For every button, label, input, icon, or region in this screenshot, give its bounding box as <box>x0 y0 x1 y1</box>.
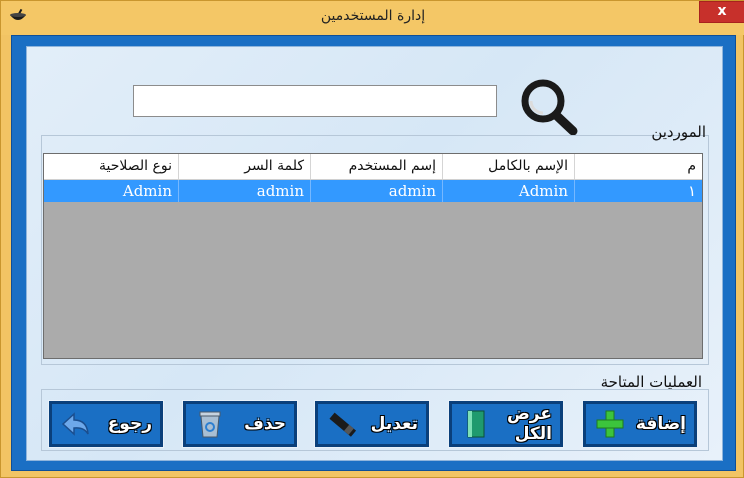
cell-role[interactable]: Admin <box>44 180 178 202</box>
back-arrow-icon <box>61 412 89 436</box>
title-bar[interactable]: إدارة المستخدمين x <box>1 1 744 35</box>
window-title: إدارة المستخدمين <box>320 8 426 24</box>
recycle-bin-icon <box>199 411 221 438</box>
table-row[interactable]: ١ Admin admin admin Admin <box>44 180 702 202</box>
back-button-label: رجوع <box>107 414 152 434</box>
header-num[interactable]: م <box>574 154 702 179</box>
back-button[interactable]: رجوع <box>48 400 164 448</box>
search-icon[interactable] <box>517 77 585 137</box>
edit-button-label: تعديل <box>370 414 418 434</box>
delete-button-label: حذف <box>244 414 286 434</box>
add-button-label: إضافة <box>635 414 686 434</box>
edit-button[interactable]: تعديل <box>314 400 430 448</box>
header-role[interactable]: نوع الصلاحية <box>44 154 178 179</box>
header-username[interactable]: إسم المستخدم <box>310 154 442 179</box>
pen-icon <box>329 412 357 437</box>
delete-button[interactable]: حذف <box>182 400 298 448</box>
users-grid[interactable]: م الإسم بالكامل إسم المستخدم كلمة السر ن… <box>43 153 703 359</box>
header-password[interactable]: كلمة السر <box>178 154 310 179</box>
grid-header: م الإسم بالكامل إسم المستخدم كلمة السر ن… <box>44 154 702 180</box>
book-icon <box>467 410 485 438</box>
cell-username[interactable]: admin <box>310 180 442 202</box>
view-all-button-label: عرض الكل <box>506 404 552 444</box>
view-all-button[interactable]: عرض الكل <box>448 400 564 448</box>
content-panel: الموردين م الإسم بالكامل إسم المستخدم كل… <box>26 46 723 461</box>
cell-num[interactable]: ١ <box>574 180 702 202</box>
add-button[interactable]: إضافة <box>582 400 698 448</box>
cell-full-name[interactable]: Admin <box>442 180 574 202</box>
main-window: إدارة المستخدمين x الموردين م الإسم بالك… <box>0 0 744 478</box>
users-group-title: الموردين <box>651 123 706 141</box>
header-full-name[interactable]: الإسم بالكامل <box>442 154 574 179</box>
client-area: الموردين م الإسم بالكامل إسم المستخدم كل… <box>11 35 736 471</box>
plus-icon <box>596 410 624 438</box>
search-input[interactable] <box>133 85 497 117</box>
close-button[interactable]: x <box>699 1 744 23</box>
cell-password[interactable]: admin <box>178 180 310 202</box>
